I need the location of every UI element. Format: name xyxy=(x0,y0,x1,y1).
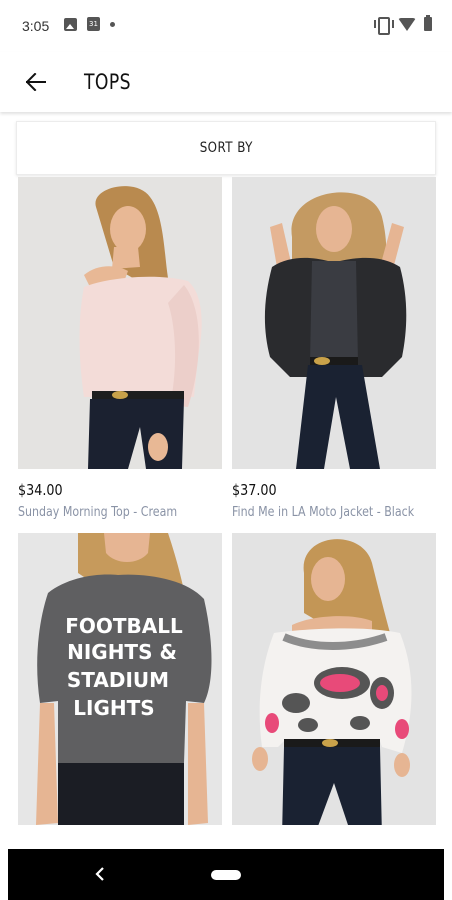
product-name[interactable]: Sunday Morning Top - Cream xyxy=(18,505,191,520)
product-image[interactable]: FOOTBALL NIGHTS & STADIUM LIGHTS xyxy=(18,533,222,825)
arrow-left-icon xyxy=(26,73,46,91)
product-name[interactable]: Find Me in LA Moto Jacket - Black xyxy=(232,505,414,520)
dot-icon xyxy=(110,21,115,27)
sort-by-label: SORT BY xyxy=(199,140,253,156)
shirt-text-line: NIGHTS & xyxy=(67,640,177,664)
product-price: $37.00 xyxy=(232,481,277,499)
page-title: TOPS xyxy=(84,70,132,94)
back-button[interactable] xyxy=(18,66,54,98)
product-image[interactable] xyxy=(18,177,222,469)
image-icon xyxy=(64,17,77,31)
vibrate-icon xyxy=(374,17,394,35)
product-card[interactable]: FOOTBALL NIGHTS & STADIUM LIGHTS xyxy=(18,533,222,825)
wifi-icon xyxy=(398,17,416,31)
status-bar: 3:05 31 xyxy=(0,0,452,52)
app-bar: TOPS xyxy=(0,52,452,112)
sort-by-button[interactable]: SORT BY xyxy=(16,121,436,175)
product-price: $34.00 xyxy=(18,481,63,499)
nav-back-icon[interactable] xyxy=(94,866,106,882)
product-image[interactable] xyxy=(232,533,436,825)
shirt-text-line: LIGHTS xyxy=(73,696,154,720)
status-time: 3:05 xyxy=(22,18,50,34)
product-card[interactable] xyxy=(232,533,436,825)
nav-home-pill[interactable] xyxy=(211,869,241,880)
product-image[interactable] xyxy=(232,177,436,469)
shirt-text-line: STADIUM xyxy=(67,668,169,692)
product-card[interactable]: $37.00 Find Me in LA Moto Jacket - Black xyxy=(232,177,436,520)
shirt-text-line: FOOTBALL xyxy=(65,614,183,638)
calendar-icon: 31 xyxy=(87,17,100,31)
status-icons-left: 31 xyxy=(64,17,115,31)
system-nav-bar xyxy=(8,849,444,900)
status-icons-right xyxy=(374,15,432,35)
product-card[interactable]: $34.00 Sunday Morning Top - Cream xyxy=(18,177,222,520)
battery-icon xyxy=(424,15,432,31)
